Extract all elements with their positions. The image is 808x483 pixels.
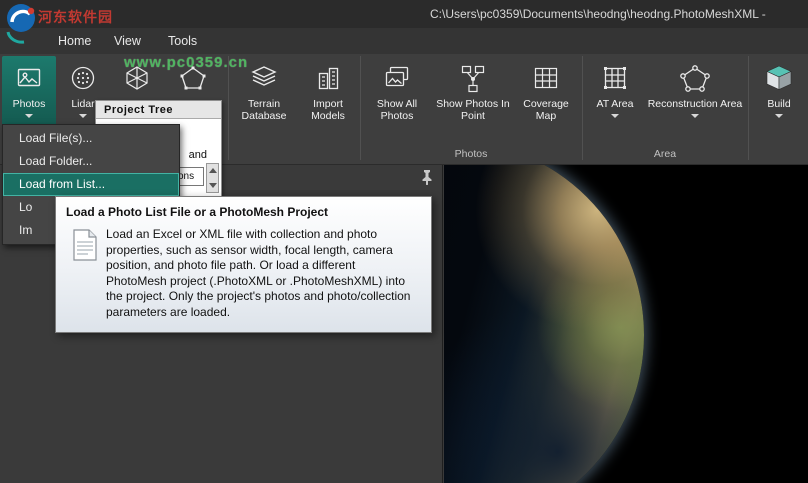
coverage-map-icon [531,63,561,93]
scroll-up-icon[interactable] [209,168,217,173]
ribbon-group-label-area: Area [653,148,677,160]
menu-item-load-from-list[interactable]: Load from List... [3,173,179,196]
ribbon-button-at-area[interactable]: AT Area [588,56,642,140]
ribbon-button-show-all-photos[interactable]: Show All Photos [364,56,430,140]
ribbon-button-label: Import Models [311,98,345,122]
tab-tools[interactable]: Tools [168,34,197,48]
tab-view[interactable]: View [114,34,141,48]
build-cube-icon [764,63,794,93]
window-title: C:\Users\pc0359\Documents\heodng\heodng.… [430,7,766,21]
scrollbar[interactable] [206,163,219,193]
watermark-logo [4,2,42,46]
ribbon-button-label: AT Area [596,98,634,110]
titlebar: C:\Users\pc0359\Documents\heodng\heodng.… [0,0,808,28]
scroll-down-icon[interactable] [209,183,217,188]
terrain-database-icon [249,63,279,93]
document-icon [66,227,106,320]
ribbon-separator [582,56,583,160]
tab-home[interactable]: Home [58,34,91,48]
pin-icon[interactable] [420,169,434,185]
show-all-photos-icon [382,63,412,93]
ribbon-button-reconstruction-area[interactable]: Reconstruction Area [646,56,744,140]
menu-item-load-files[interactable]: Load File(s)... [3,127,179,150]
tooltip-body: Load an Excel or XML file with collectio… [106,227,411,319]
chevron-down-icon [691,114,699,118]
ribbon-button-label: Show All Photos [376,98,418,122]
ribbon-button-import-models[interactable]: Import Models [299,56,357,140]
tooltip-title: Load a Photo List File or a PhotoMesh Pr… [66,205,329,219]
photomesh-window: C:\Users\pc0359\Documents\heodng\heodng.… [0,0,808,483]
import-models-icon [313,63,343,93]
watermark-site-text: 河东软件园 [38,9,113,25]
chevron-down-icon [775,114,783,118]
reconstruction-area-icon [680,63,710,93]
ribbon-button-label: Lidar [71,98,95,110]
show-photos-in-point-icon [458,63,488,93]
ribbon-button-photos[interactable]: Photos [2,56,56,126]
ribbon-group-label-photos: Photos [454,148,488,160]
lidar-icon [68,63,98,93]
project-tree-text-fragment: and [188,149,207,161]
ribbon-button-build[interactable]: Build [753,56,805,140]
chevron-down-icon [79,114,87,118]
ribbon-button-label: Build [767,98,791,110]
at-area-icon [600,63,630,93]
earth-globe [444,165,644,483]
menubar: Home View Tools [0,28,808,54]
project-tree-title: Project Tree [96,101,221,119]
ribbon-button-label: Show Photos In Point [436,98,510,122]
ribbon-button-label: Reconstruction Area [647,98,743,110]
photos-icon [14,63,44,93]
ribbon-separator [228,56,229,160]
chevron-down-icon [611,114,619,118]
tooltip: Load a Photo List File or a PhotoMesh Pr… [55,196,432,333]
chevron-down-icon [25,114,33,118]
ribbon-separator [748,56,749,160]
globe-viewport[interactable] [444,165,808,483]
ribbon-separator [360,56,361,160]
ribbon-button-label: Photos [12,98,46,110]
menu-item-load-folder[interactable]: Load Folder... [3,150,179,173]
ribbon-button-coverage-map[interactable]: Coverage Map [516,56,576,140]
ribbon-button-show-photos-in-point[interactable]: Show Photos In Point [434,56,512,140]
ribbon-button-label: Coverage Map [523,98,569,122]
ribbon-button-label: Terrain Database [241,98,287,122]
watermark-url-text: www.pc0359.cn [124,54,249,71]
